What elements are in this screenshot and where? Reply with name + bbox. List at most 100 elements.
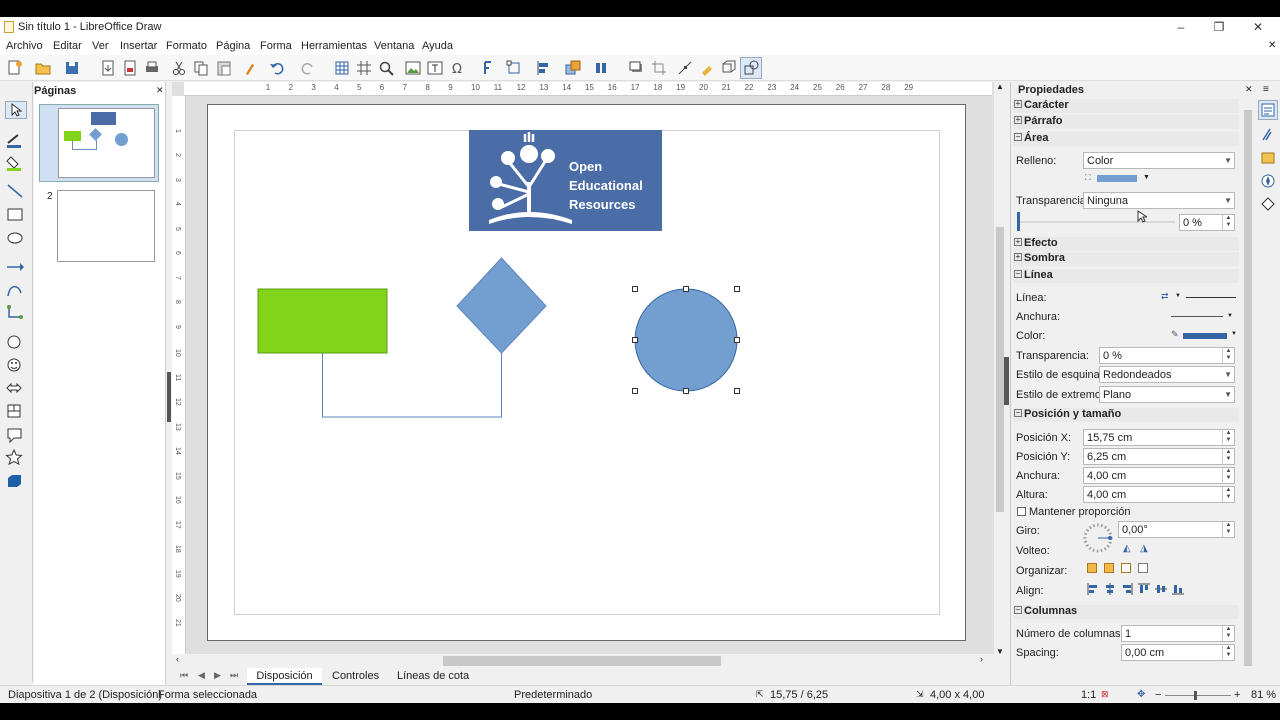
print-icon[interactable] [143, 59, 161, 77]
rectangle-tool-icon[interactable] [5, 206, 27, 224]
align-left-icon[interactable] [1087, 583, 1099, 595]
blue-circle-shape[interactable] [634, 288, 738, 392]
section-caracter[interactable]: + Carácter [1013, 99, 1239, 113]
open-folder-icon[interactable] [34, 59, 52, 77]
shadow-icon[interactable] [627, 59, 645, 77]
horizontal-scrollbar[interactable]: ‹ › [172, 654, 994, 666]
special-character-icon[interactable]: Ω [449, 59, 467, 77]
align-center-icon[interactable] [1104, 583, 1116, 595]
send-to-back-icon[interactable] [1138, 563, 1148, 573]
rotation-dial-icon[interactable] [1082, 522, 1114, 554]
sidebar-scrollbar[interactable] [1243, 96, 1253, 682]
spin-buttons[interactable]: ▲ ▼ [1222, 430, 1234, 445]
ellipse-tool-icon[interactable] [5, 229, 27, 247]
selection-handle-n[interactable] [683, 286, 689, 292]
line-transparencia-field[interactable]: 0 % ▲ ▼ [1099, 347, 1235, 364]
save-icon[interactable] [63, 59, 81, 77]
crop-icon[interactable] [650, 59, 668, 77]
3d-objects-icon[interactable] [5, 472, 27, 490]
section-efecto[interactable]: + Efecto [1013, 237, 1239, 251]
sidebar-menu-icon[interactable]: ≡ [1263, 84, 1269, 95]
section-parrafo[interactable]: + Párrafo [1013, 115, 1239, 129]
send-backward-icon[interactable] [1121, 563, 1131, 573]
export-icon[interactable] [99, 59, 117, 77]
bring-forward-icon[interactable] [1104, 563, 1114, 573]
transparency-slider[interactable] [1017, 212, 1175, 231]
next-tab-button[interactable]: ▶ [214, 670, 221, 681]
menu-formato[interactable]: Formato [166, 40, 207, 52]
export-pdf-icon[interactable] [121, 59, 139, 77]
lines-arrows-icon[interactable] [5, 258, 27, 276]
menu-ver[interactable]: Ver [92, 40, 109, 52]
selection-handle-ne[interactable] [734, 286, 740, 292]
block-arrows-icon[interactable] [5, 379, 27, 397]
properties-deck-button[interactable] [1258, 100, 1278, 120]
selection-handle-e[interactable] [734, 337, 740, 343]
menu-ventana[interactable]: Ventana [374, 40, 414, 52]
section-sombra[interactable]: + Sombra [1013, 252, 1239, 266]
spin-buttons[interactable]: ▲ ▼ [1222, 626, 1234, 641]
drawing-page[interactable]: Open Educational Resources [207, 104, 966, 641]
close-window-button[interactable]: ✕ [1248, 19, 1268, 35]
shapes-deck-icon[interactable] [1260, 196, 1276, 212]
spin-buttons[interactable]: ▲ ▼ [1222, 522, 1234, 537]
keep-ratio-checkbox[interactable] [1017, 507, 1026, 516]
stars-icon[interactable] [5, 449, 27, 467]
grid-icon[interactable] [333, 59, 351, 77]
extremo-dropdown[interactable]: Plano ▼ [1099, 386, 1235, 403]
menu-herramientas[interactable]: Herramientas [301, 40, 367, 52]
selection-handle-sw[interactable] [632, 388, 638, 394]
last-tab-button[interactable]: ⏭ [230, 670, 238, 681]
fill-color-icon[interactable] [5, 154, 27, 172]
zoom-slider-knob[interactable] [1194, 691, 1197, 700]
giro-field[interactable]: 0,00° ▲ ▼ [1118, 521, 1235, 538]
line-color-icon[interactable] [5, 131, 27, 149]
tab-lineas-de-cota[interactable]: Líneas de cota [397, 670, 469, 682]
undo-icon[interactable] [268, 59, 286, 77]
distribute-icon[interactable] [594, 59, 612, 77]
blue-diamond-shape[interactable] [456, 257, 547, 354]
align-objects-icon[interactable] [535, 59, 553, 77]
spin-buttons[interactable]: ▲ ▼ [1222, 487, 1234, 502]
page-thumbnail-2[interactable] [57, 190, 155, 262]
navigator-icon[interactable] [1260, 173, 1276, 189]
zoom-out-button[interactable]: − [1155, 689, 1161, 701]
sidebar-scroll-thumb[interactable] [1244, 110, 1252, 666]
helplines-icon[interactable] [355, 59, 373, 77]
scroll-left-arrow[interactable]: ‹ [176, 654, 179, 664]
sidebar-splitter[interactable] [1004, 357, 1009, 405]
area-transparencia-dropdown[interactable]: Ninguna ▼ [1083, 192, 1235, 209]
pos-y-field[interactable]: 6,25 cm ▲ ▼ [1083, 448, 1235, 465]
align-right-icon[interactable] [1121, 583, 1133, 595]
points-icon[interactable] [676, 59, 694, 77]
line-style-picker[interactable]: ⇄ ▼ [1161, 291, 1239, 303]
menu-pagina[interactable]: Página [216, 40, 250, 52]
toggle-extrusion-icon[interactable] [720, 59, 738, 77]
esquina-dropdown[interactable]: Redondeados ▼ [1099, 366, 1235, 383]
section-linea[interactable]: − Línea [1013, 269, 1239, 283]
scroll-right-arrow[interactable]: › [980, 654, 983, 664]
align-middle-icon[interactable] [1155, 583, 1167, 595]
spin-buttons[interactable]: ▲ ▼ [1222, 348, 1234, 363]
close-document-button[interactable]: ✕ [1268, 40, 1276, 51]
redo-icon[interactable] [299, 59, 317, 77]
arrange-icon[interactable] [564, 59, 582, 77]
vertical-scroll-thumb[interactable] [996, 227, 1004, 512]
fontwork-icon[interactable] [478, 59, 496, 77]
fit-page-icon[interactable]: ✥ [1137, 689, 1145, 700]
width-field[interactable]: 4,00 cm ▲ ▼ [1083, 467, 1235, 484]
drawing-canvas[interactable]: 1 2 3 4 5 6 7 8 9 10 11 12 13 14 15 16 17 18 19 20 21 22 23 24 2… [172, 82, 994, 662]
styles-icon[interactable] [1260, 127, 1276, 143]
document-modified-icon[interactable]: ⊠ [1101, 689, 1109, 700]
clone-formatting-icon[interactable] [241, 59, 259, 77]
minimize-button[interactable]: – [1171, 19, 1191, 35]
line-width-picker[interactable]: ▼ [1171, 313, 1233, 322]
bring-to-front-icon[interactable] [1087, 563, 1097, 573]
first-tab-button[interactable]: ⏮ [180, 670, 188, 681]
pos-x-field[interactable]: 15,75 cm ▲ ▼ [1083, 429, 1235, 446]
align-top-icon[interactable] [1138, 583, 1150, 595]
horizontal-scroll-thumb[interactable] [443, 656, 721, 666]
selection-handle-se[interactable] [734, 388, 740, 394]
selection-handle-w[interactable] [632, 337, 638, 343]
zoom-slider[interactable] [1165, 691, 1231, 700]
